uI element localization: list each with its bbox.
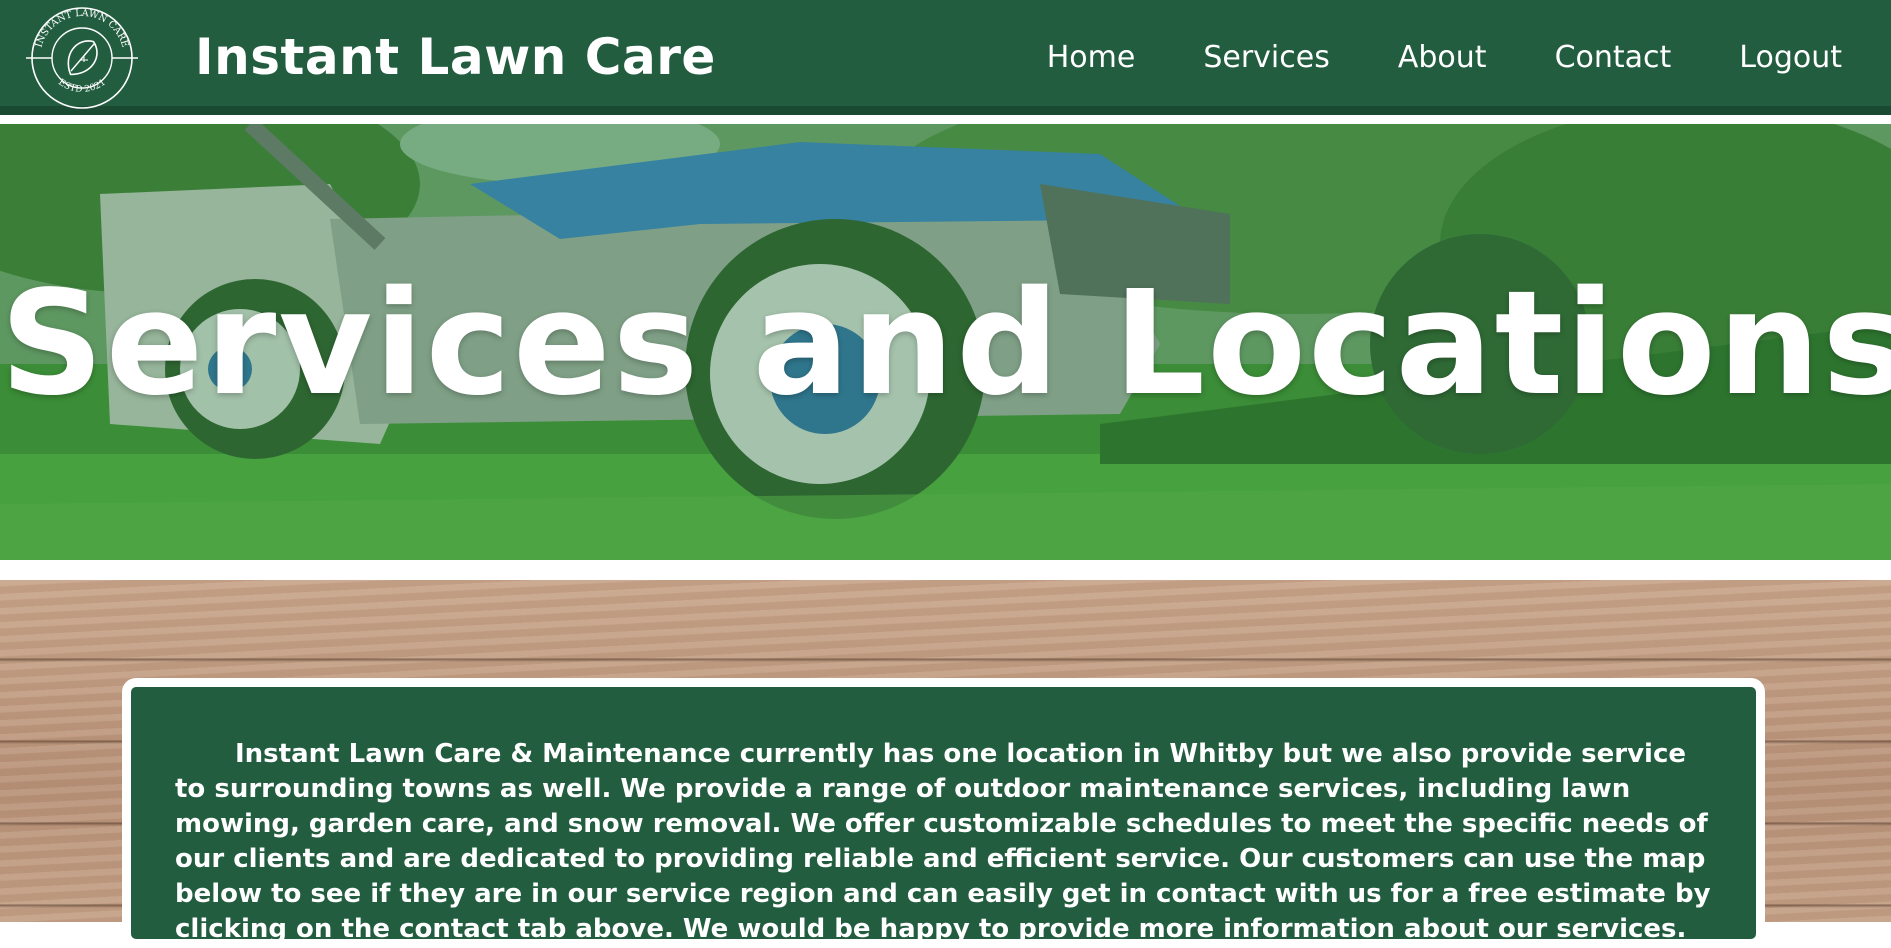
main-nav: Home Services About Contact Logout	[979, 0, 1842, 115]
hero-banner: Services and Locations	[0, 124, 1891, 560]
brand-title[interactable]: Instant Lawn Care	[195, 28, 716, 86]
logo[interactable]: INSTANT LAWN CARE ESTD 2021	[24, 4, 140, 112]
svg-text:ESTD 2021: ESTD 2021	[56, 78, 108, 95]
nav-contact[interactable]: Contact	[1555, 40, 1672, 75]
services-info-card: Instant Lawn Care & Maintenance currentl…	[122, 678, 1765, 948]
nav-logout[interactable]: Logout	[1739, 40, 1842, 75]
nav-about[interactable]: About	[1398, 40, 1487, 75]
logo-bottom-text: ESTD 2021	[56, 78, 108, 95]
hero-title: Services and Locations	[0, 259, 1891, 427]
section-divider	[0, 560, 1891, 580]
services-description: Instant Lawn Care & Maintenance currentl…	[175, 739, 1711, 944]
leaf-icon	[67, 40, 98, 76]
nav-home[interactable]: Home	[1047, 40, 1136, 75]
site-header: INSTANT LAWN CARE ESTD 2021 Instant Lawn…	[0, 0, 1891, 115]
nav-services[interactable]: Services	[1203, 40, 1330, 75]
